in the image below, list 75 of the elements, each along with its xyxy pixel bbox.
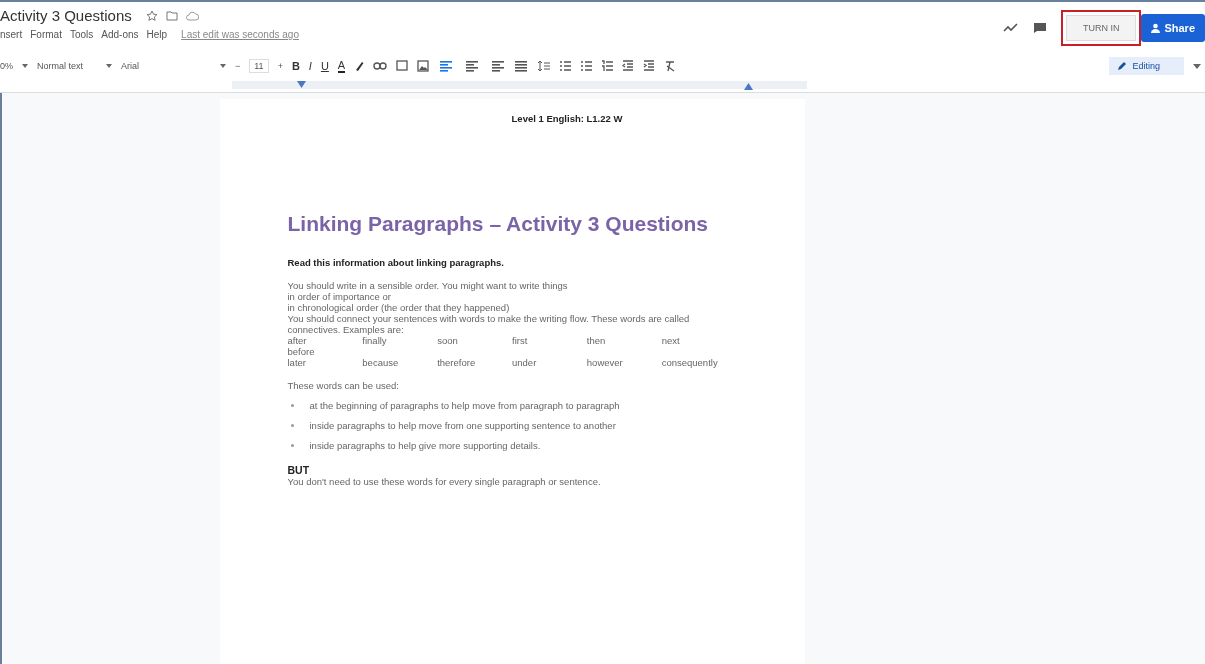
connective-word: under: [512, 357, 538, 368]
body-text: in chronological order (the order that they happened): [287, 302, 511, 313]
connective-word: therefore: [437, 357, 477, 368]
style-select[interactable]: Normal text: [37, 61, 97, 71]
menu-item[interactable]: Add-ons: [101, 29, 139, 40]
cloud-icon[interactable]: [185, 10, 199, 21]
activity-trend-icon[interactable]: [1002, 23, 1019, 33]
body-text: You should write in a sensible order. You might want to write things: [287, 280, 569, 291]
format-button[interactable]: U: [320, 60, 329, 72]
dropdown-caret-icon[interactable]: [220, 64, 226, 68]
connective-word: before: [287, 346, 316, 357]
menu-item[interactable]: Tools: [69, 29, 94, 40]
font-size-field[interactable]: 11: [249, 59, 269, 73]
clear-formatting-icon[interactable]: [664, 60, 677, 72]
format-button[interactable]: A: [337, 59, 346, 73]
numbered-list-icon[interactable]: [601, 60, 614, 72]
indent-marker-icon[interactable]: [297, 81, 306, 88]
dropdown-caret-icon[interactable]: [106, 64, 112, 68]
highlighter-icon[interactable]: [354, 60, 365, 72]
connective-word: finally: [362, 335, 388, 346]
format-button[interactable]: I: [308, 60, 312, 72]
last-edit-link[interactable]: Last edit was seconds ago: [181, 29, 299, 40]
connective-word: next: [661, 335, 681, 346]
body-text: in order of importance or: [287, 291, 392, 302]
bullet-icon: [290, 404, 294, 407]
connective-word: because: [362, 357, 400, 368]
turn-in-button[interactable]: TURN IN: [1065, 15, 1137, 41]
folder-icon[interactable]: [165, 10, 178, 21]
share-button[interactable]: Share: [1141, 14, 1205, 42]
dropdown-caret-icon[interactable]: [1193, 63, 1201, 69]
connective-word: then: [586, 335, 607, 346]
align-button[interactable]: [513, 59, 530, 73]
line-spacing-icon[interactable]: [538, 60, 551, 72]
decrease-size-button[interactable]: −: [235, 61, 241, 71]
bullet-icon: [290, 424, 294, 427]
pencil-icon: [1117, 61, 1128, 71]
comment-icon[interactable]: [1032, 22, 1047, 34]
link-icon[interactable]: [373, 62, 388, 70]
menu-item[interactable]: Format: [30, 29, 62, 40]
bullet-icon: [290, 444, 294, 447]
intro-text: Read this information about linking paragraphs.: [287, 257, 505, 268]
connective-word: however: [586, 357, 624, 368]
menu-item[interactable]: Help: [146, 29, 168, 40]
align-button[interactable]: [438, 59, 455, 73]
font-select[interactable]: Arial: [121, 61, 211, 71]
zoom-select[interactable]: 0%: [0, 61, 13, 71]
list-item-text: inside paragraphs to help move from one supporting sentence to another: [309, 420, 616, 431]
increase-size-button[interactable]: +: [277, 61, 283, 71]
dropdown-caret-icon[interactable]: [22, 64, 28, 68]
right-indent-marker-icon[interactable]: [744, 83, 753, 90]
connective-word: first: [512, 335, 529, 346]
menu-item[interactable]: nsert: [0, 29, 23, 40]
list-item-text: inside paragraphs to help give more supporting details.: [309, 440, 541, 451]
connective-word: after: [287, 335, 308, 346]
image-icon[interactable]: [417, 60, 430, 72]
editing-mode-button[interactable]: Editing: [1109, 57, 1184, 75]
indent-decrease-icon[interactable]: [622, 60, 635, 72]
body-heading: BUT: [287, 465, 311, 476]
checklist-icon[interactable]: [559, 60, 572, 72]
connective-word: later: [287, 357, 307, 368]
connective-word: consequently: [661, 357, 719, 368]
align-button[interactable]: [463, 59, 480, 73]
document-heading: Linking Paragraphs – Activity 3 Questions: [287, 211, 709, 237]
body-text: You don't need to use these words for every single paragraph or sentence.: [287, 476, 602, 487]
star-icon[interactable]: [145, 9, 158, 22]
body-text: These words can be used:: [287, 380, 400, 391]
list-item-text: at the beginning of paragraphs to help move from paragraph to paragraph: [309, 400, 620, 411]
bulleted-list-icon[interactable]: [580, 60, 593, 72]
connective-word: soon: [437, 335, 459, 346]
page-header: Level 1 English: L1.22 W: [510, 113, 624, 124]
person-icon: [1151, 23, 1161, 33]
document-title[interactable]: Activity 3 Questions: [0, 7, 132, 24]
indent-increase-icon[interactable]: [643, 60, 656, 72]
format-button[interactable]: B: [291, 60, 300, 72]
body-text: You should connect your sentences with words to make the writing flow. These words are called connectives. Examples are:: [287, 313, 691, 335]
